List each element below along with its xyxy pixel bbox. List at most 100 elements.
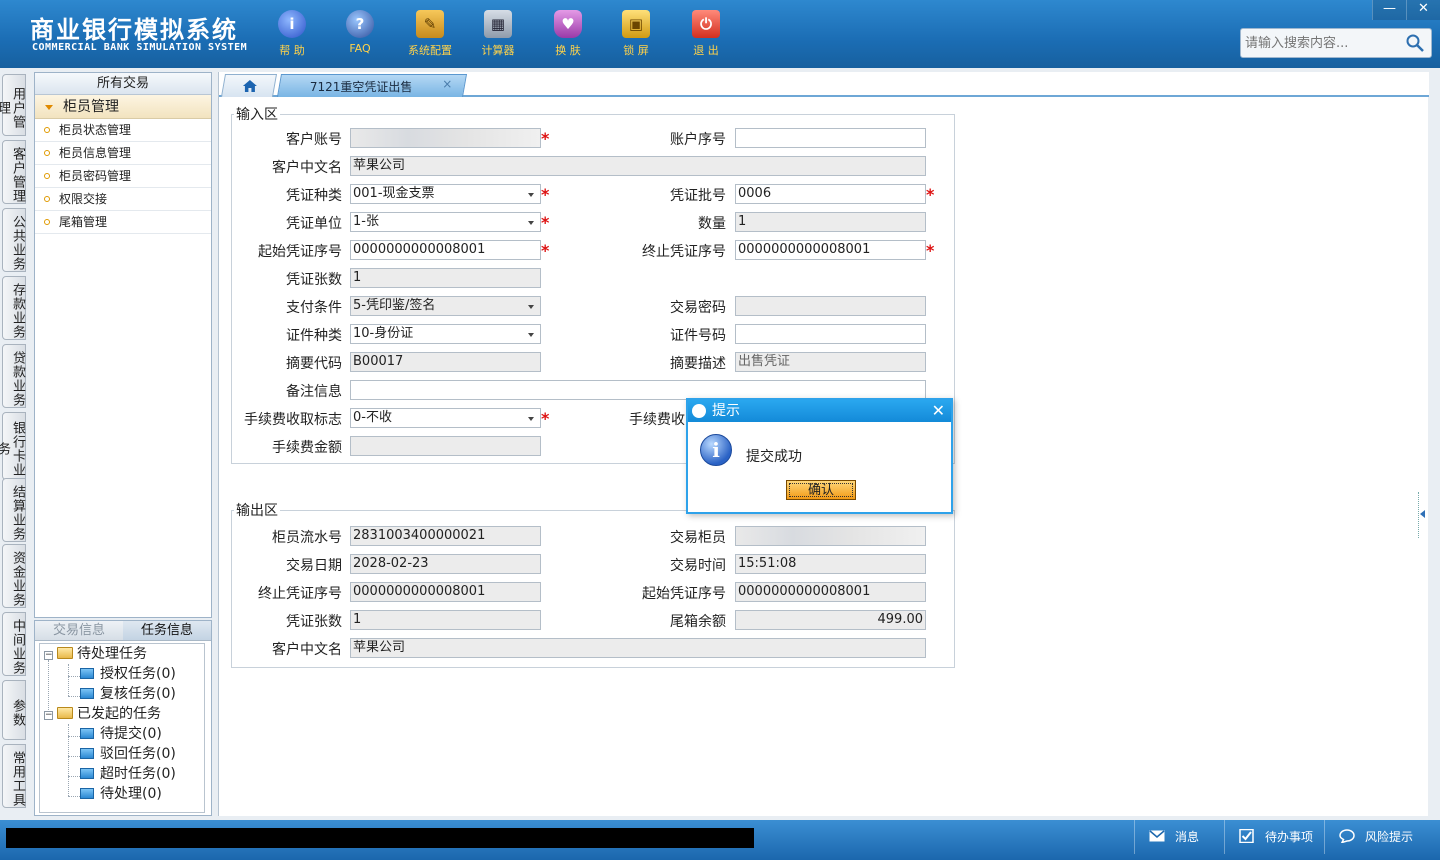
id-number-field[interactable] bbox=[735, 324, 926, 344]
task-icon bbox=[80, 748, 94, 759]
vtab-deposit[interactable]: 存款业务 bbox=[2, 276, 26, 340]
tab-home[interactable] bbox=[220, 74, 278, 97]
vtab-intermediate[interactable]: 中间业务 bbox=[2, 612, 26, 676]
faq-button[interactable]: ? FAQ bbox=[336, 6, 384, 62]
trade-date-field: 2028-02-23 bbox=[350, 554, 541, 574]
help-button[interactable]: i 帮 助 bbox=[268, 6, 316, 62]
collapse-icon[interactable]: − bbox=[44, 711, 53, 720]
tree-node-review-tasks[interactable]: 复核任务(0) bbox=[80, 684, 176, 704]
tab-task-info[interactable]: 任务信息 bbox=[123, 621, 211, 640]
confirm-button[interactable]: 确认 bbox=[786, 480, 856, 500]
id-type-select[interactable]: 10-身份证 bbox=[350, 324, 541, 344]
app-subtitle: COMMERCIAL BANK SIMULATION SYSTEM bbox=[32, 42, 248, 53]
exit-button[interactable]: ⏻ 退 出 bbox=[682, 6, 730, 62]
tree-node-timeout[interactable]: 超时任务(0) bbox=[80, 764, 176, 784]
menu-item-teller-password[interactable]: 柜员密码管理 bbox=[35, 165, 211, 188]
window-close-button[interactable]: ✕ bbox=[1406, 0, 1440, 20]
tree-node-pending[interactable]: − 待处理任务 bbox=[44, 644, 147, 664]
voucher-type-select[interactable]: 001-现金支票 bbox=[350, 184, 541, 204]
menu-item-permission-handover[interactable]: 权限交接 bbox=[35, 188, 211, 211]
search-input[interactable] bbox=[1245, 34, 1405, 52]
lock-screen-button[interactable]: ▣ 锁 屏 bbox=[612, 6, 660, 62]
vtab-settlement[interactable]: 结算业务 bbox=[2, 478, 26, 542]
tab-voucher-sale[interactable]: 7121重空凭证出售 × bbox=[276, 74, 468, 97]
label-trade-time: 交易时间 bbox=[670, 558, 726, 574]
risk-alert-button[interactable]: 风险提示 bbox=[1324, 820, 1440, 854]
teller-serial-field: 2831003400000021 bbox=[350, 526, 541, 546]
todo-button[interactable]: 待办事项 bbox=[1224, 820, 1324, 854]
vtab-public-business[interactable]: 公共业务 bbox=[2, 208, 26, 272]
minimize-button[interactable]: — bbox=[1372, 0, 1406, 20]
vtab-user-mgmt[interactable]: 用户管理 bbox=[0, 74, 26, 136]
fee-flag-select[interactable]: 0-不收 bbox=[350, 408, 541, 428]
out-voucher-count-field: 1 bbox=[350, 610, 541, 630]
menu-group-teller-mgmt[interactable]: 柜员管理 bbox=[35, 95, 211, 119]
dialog-title: 提示 bbox=[712, 403, 740, 419]
fee-amount-field bbox=[350, 436, 541, 456]
vtab-funds[interactable]: 资金业务 bbox=[2, 544, 26, 608]
menu-item-teller-status[interactable]: 柜员状态管理 bbox=[35, 119, 211, 142]
vtab-parameters[interactable]: 参数 bbox=[2, 680, 26, 740]
calculator-icon: ▦ bbox=[484, 10, 512, 38]
label-id-number: 证件号码 bbox=[670, 328, 726, 344]
task-icon bbox=[80, 668, 94, 679]
tree-node-to-process[interactable]: 待处理(0) bbox=[80, 784, 162, 804]
skin-button[interactable]: ♥ 换 肤 bbox=[544, 6, 592, 62]
label-start-seq: 起始凭证序号 bbox=[258, 244, 342, 260]
output-area-legend: 输出区 bbox=[236, 503, 278, 519]
tab-transaction-info[interactable]: 交易信息 bbox=[35, 621, 123, 640]
label-quantity: 数量 bbox=[698, 216, 726, 232]
label-customer-name: 客户中文名 bbox=[272, 160, 342, 176]
vtab-loan[interactable]: 贷款业务 bbox=[2, 344, 26, 408]
required-mark: * bbox=[541, 129, 550, 148]
settings-icon: ✎ bbox=[416, 10, 444, 38]
right-collapse-handle[interactable] bbox=[1418, 492, 1426, 538]
vtab-customer-mgmt[interactable]: 客户管理 bbox=[2, 140, 26, 204]
tree-node-to-submit[interactable]: 待提交(0) bbox=[80, 724, 162, 744]
lock-icon: ▣ bbox=[622, 10, 650, 38]
settings-button[interactable]: ✎ 系统配置 bbox=[406, 6, 454, 62]
end-seq-field[interactable]: 0000000000008001 bbox=[735, 240, 926, 260]
required-mark: * bbox=[926, 185, 935, 204]
vtab-common-tools[interactable]: 常用工具 bbox=[2, 744, 26, 808]
status-message-bar bbox=[6, 828, 754, 848]
skin-shirt-icon: ♥ bbox=[554, 10, 582, 38]
account-seq-field[interactable] bbox=[735, 128, 926, 148]
folder-icon bbox=[57, 647, 73, 659]
bullet-icon bbox=[44, 219, 50, 225]
collapse-icon[interactable]: − bbox=[44, 651, 53, 660]
tree-node-auth-tasks[interactable]: 授权任务(0) bbox=[80, 664, 176, 684]
tail-box-balance-field: 499.00 bbox=[735, 610, 926, 630]
remark-field[interactable] bbox=[350, 380, 926, 400]
menu-item-tail-box[interactable]: 尾箱管理 bbox=[35, 211, 211, 234]
dialog-close-icon[interactable]: ✕ bbox=[932, 400, 945, 422]
task-icon bbox=[80, 728, 94, 739]
start-seq-field[interactable]: 0000000000008001 bbox=[350, 240, 541, 260]
tab-close-icon[interactable]: × bbox=[442, 77, 452, 91]
summary-code-field: B00017 bbox=[350, 352, 541, 372]
trade-password-field[interactable] bbox=[735, 296, 926, 316]
dialog-message: 提交成功 bbox=[746, 449, 802, 465]
label-fee-amount: 手续费金额 bbox=[272, 440, 342, 456]
menu-item-teller-info[interactable]: 柜员信息管理 bbox=[35, 142, 211, 165]
exit-power-icon: ⏻ bbox=[692, 10, 720, 38]
voucher-unit-select[interactable]: 1-张 bbox=[350, 212, 541, 232]
label-voucher-count: 凭证张数 bbox=[286, 272, 342, 288]
label-end-seq: 终止凭证序号 bbox=[642, 244, 726, 260]
customer-account-field[interactable] bbox=[350, 128, 541, 148]
out-end-seq-field: 0000000000008001 bbox=[350, 582, 541, 602]
payment-condition-select[interactable]: 5-凭印鉴/签名 bbox=[350, 296, 541, 316]
tree-node-initiated[interactable]: − 已发起的任务 bbox=[44, 704, 161, 724]
voucher-batch-field[interactable]: 0006 bbox=[735, 184, 926, 204]
search-icon[interactable] bbox=[1405, 33, 1425, 53]
label-account-seq: 账户序号 bbox=[670, 132, 726, 148]
tree-node-rejected[interactable]: 驳回任务(0) bbox=[80, 744, 176, 764]
app-logo-icon bbox=[692, 404, 706, 418]
calculator-button[interactable]: ▦ 计算器 bbox=[474, 6, 522, 62]
customer-name-field: 苹果公司 bbox=[350, 156, 926, 176]
label-teller-serial: 柜员流水号 bbox=[272, 530, 342, 546]
label-voucher-type: 凭证种类 bbox=[286, 188, 342, 204]
quantity-field: 1 bbox=[735, 212, 926, 232]
vtab-bank-card[interactable]: 银行卡业务 bbox=[0, 412, 26, 480]
messages-button[interactable]: 消息 bbox=[1134, 820, 1224, 854]
